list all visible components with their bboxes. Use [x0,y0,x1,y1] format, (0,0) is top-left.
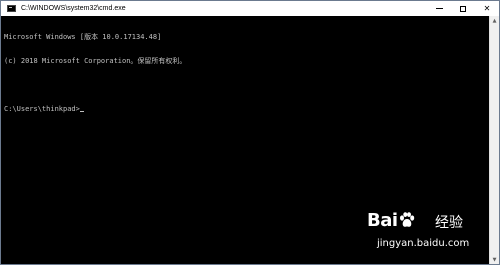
console-line-version: Microsoft Windows [版本 10.0.17134.48] [4,33,162,41]
baidu-jingyan-watermark: Bai 经验 jingyan.baidu.com [361,210,471,258]
vertical-scrollbar[interactable]: ▲ ▼ [489,16,499,264]
scroll-down-arrow-icon[interactable]: ▼ [490,255,499,264]
title-bar[interactable]: C:\WINDOWS\system32\cmd.exe ✕ [1,1,499,16]
scroll-up-arrow-icon[interactable]: ▲ [490,16,499,25]
baidu-logo-text-left: Bai [367,210,398,231]
minimize-button[interactable] [427,1,451,16]
text-cursor [79,111,84,112]
paw-icon [399,212,414,227]
watermark-url: jingyan.baidu.com [377,238,470,249]
minimize-icon [435,8,443,9]
baidu-logo: Bai [367,210,416,231]
window-title: C:\WINDOWS\system32\cmd.exe [21,5,126,12]
jingyan-text: 经验 [435,215,463,231]
close-button[interactable]: ✕ [475,1,499,16]
console-prompt: C:\Users\thinkpad> [4,105,80,113]
console-prompt-line: C:\Users\thinkpad> [4,105,489,113]
cmd-window: C:\WINDOWS\system32\cmd.exe ✕ Microsoft … [0,0,500,265]
cmd-console-icon[interactable] [7,5,16,12]
maximize-icon [460,5,466,12]
window-controls: ✕ [427,1,499,16]
console-line-copyright: (c) 2018 Microsoft Corporation。保留所有权利。 [4,57,187,65]
close-icon: ✕ [483,4,491,13]
maximize-button[interactable] [451,1,475,16]
